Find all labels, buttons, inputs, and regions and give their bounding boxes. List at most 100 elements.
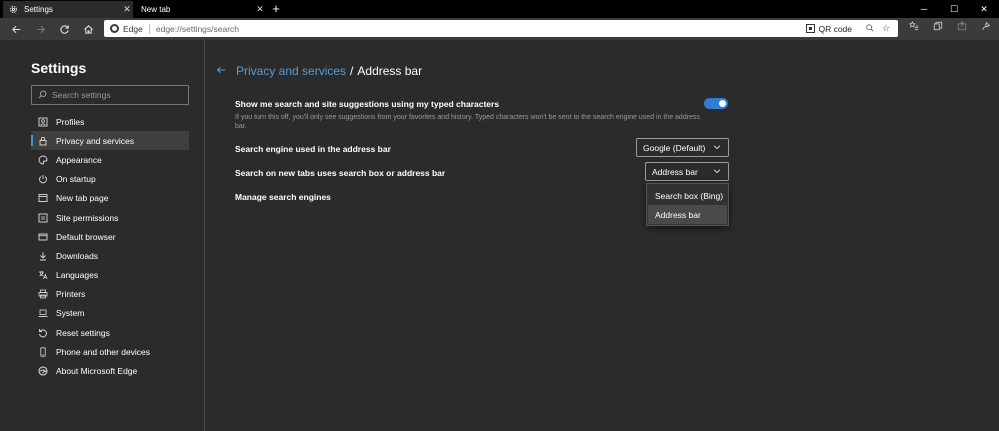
divider [148, 23, 150, 34]
suggestions-description: If you turn this off, you'll only see su… [235, 114, 700, 130]
tab-new-tab[interactable]: New tab ✕ [135, 1, 266, 18]
sidebar-item-label: Reset settings [56, 327, 110, 338]
qr-code-button[interactable]: QR code [806, 24, 852, 34]
qr-code-label: QR code [818, 23, 852, 34]
sidebar-item-profiles[interactable]: Profiles [31, 112, 189, 131]
gear-icon [9, 5, 18, 14]
close-window-icon[interactable]: ✕ [969, 0, 999, 18]
profile-icon [37, 116, 49, 128]
share-icon[interactable] [954, 21, 970, 37]
page-title: Address bar [357, 64, 423, 78]
suggestions-toggle[interactable] [704, 98, 728, 109]
site-label: Edge [123, 23, 143, 34]
sidebar-item-label: Languages [56, 270, 99, 281]
sidebar-item-label: Privacy and services [56, 135, 134, 146]
search-engine-select[interactable]: Google (Default) [636, 138, 729, 157]
sidebar-item-label: Appearance [56, 154, 102, 165]
settings-nav: Profiles Privacy and services Appearance… [31, 112, 189, 381]
url-text[interactable]: edge://settings/search [156, 24, 807, 34]
sidebar-item-new-tab-page[interactable]: New tab page [31, 189, 189, 208]
suggestions-title: Show me search and site suggestions usin… [235, 99, 500, 109]
tab-strip: Settings ✕ New tab ✕ + ─ ☐ ✕ [0, 0, 999, 18]
power-icon [37, 173, 49, 185]
permissions-icon [37, 212, 49, 224]
phone-icon [37, 346, 49, 358]
tab-title: New tab [141, 5, 171, 14]
close-tab-icon[interactable]: ✕ [254, 4, 266, 15]
breadcrumb-parent-link[interactable]: Privacy and services [236, 64, 346, 78]
sidebar-item-printers[interactable]: Printers [31, 285, 189, 304]
sidebar-item-label: Printers [56, 289, 86, 300]
tab-title: Settings [24, 5, 53, 14]
address-bar[interactable]: Edge edge://settings/search QR code ☆ [104, 20, 898, 37]
settings-sidebar: Settings Search settings Profiles Privac… [0, 40, 205, 431]
dropdown-option-search-box[interactable]: Search box (Bing) [648, 186, 727, 205]
sidebar-item-label: New tab page [56, 193, 109, 204]
back-button[interactable] [8, 21, 24, 37]
sidebar-item-languages[interactable]: Languages [31, 266, 189, 285]
sidebar-item-about-edge[interactable]: About Microsoft Edge [31, 361, 189, 380]
settings-content: Privacy and services / Address bar Show … [206, 40, 999, 431]
sidebar-item-label: Profiles [56, 116, 85, 127]
maximize-icon[interactable]: ☐ [939, 0, 969, 18]
sidebar-item-phone-devices[interactable]: Phone and other devices [31, 342, 189, 361]
tab-settings[interactable]: Settings ✕ [3, 1, 133, 18]
qr-code-icon [806, 24, 816, 33]
printer-icon [37, 288, 49, 300]
edge-logo-icon [37, 365, 49, 377]
sidebar-item-label: Downloads [56, 250, 99, 261]
search-placeholder: Search settings [52, 90, 111, 100]
favorites-icon[interactable] [906, 20, 922, 37]
breadcrumb-separator: / [350, 64, 354, 78]
sidebar-item-label: System [56, 308, 85, 319]
zoom-icon[interactable] [862, 23, 878, 34]
sidebar-item-downloads[interactable]: Downloads [31, 246, 189, 265]
new-tab-button[interactable]: + [268, 1, 284, 17]
back-arrow-icon[interactable] [216, 65, 226, 78]
close-tab-icon[interactable]: ✕ [121, 4, 133, 15]
chevron-down-icon [713, 145, 721, 150]
toggle-knob [719, 100, 726, 107]
newtab-icon [37, 192, 49, 204]
palette-icon [37, 154, 49, 166]
toolbar: Edge edge://settings/search QR code ☆ [0, 18, 999, 40]
laptop-icon [37, 307, 49, 319]
home-button[interactable] [80, 21, 96, 37]
sidebar-item-system[interactable]: System [31, 304, 189, 323]
edge-logo-icon [110, 24, 119, 33]
new-tab-search-label: Search on new tabs uses search box or ad… [235, 168, 446, 178]
new-tab-search-select[interactable]: Address bar [645, 162, 729, 181]
chevron-down-icon [713, 169, 721, 174]
sidebar-item-label: About Microsoft Edge [56, 366, 138, 377]
browser-icon [37, 231, 49, 243]
sidebar-item-default-browser[interactable]: Default browser [31, 227, 189, 246]
dropdown-option-address-bar[interactable]: Address bar [648, 205, 727, 224]
refresh-button[interactable] [56, 21, 72, 37]
sidebar-item-site-permissions[interactable]: Site permissions [31, 208, 189, 227]
search-icon [38, 90, 52, 101]
sidebar-item-appearance[interactable]: Appearance [31, 150, 189, 169]
search-engine-label: Search engine used in the address bar [235, 144, 391, 154]
sidebar-item-privacy[interactable]: Privacy and services [31, 131, 189, 151]
breadcrumb: Privacy and services / Address bar [216, 64, 422, 78]
download-icon [37, 250, 49, 262]
lock-icon [37, 135, 49, 147]
forward-button[interactable] [32, 21, 48, 37]
sidebar-item-label: On startup [56, 174, 96, 185]
new-tab-search-dropdown: Search box (Bing) Address bar [646, 183, 729, 226]
manage-search-engines-link[interactable]: Manage search engines [235, 192, 331, 202]
minimize-icon[interactable]: ─ [909, 0, 939, 18]
new-tab-search-value: Address bar [652, 166, 698, 177]
settings-title: Settings [31, 60, 87, 76]
collections-icon[interactable] [930, 21, 946, 37]
favorite-star-icon[interactable]: ☆ [878, 23, 894, 34]
sidebar-item-label: Default browser [56, 231, 116, 242]
sidebar-item-on-startup[interactable]: On startup [31, 170, 189, 189]
sidebar-item-label: Site permissions [56, 212, 119, 223]
language-icon [37, 269, 49, 281]
reset-icon [37, 327, 49, 339]
feedback-icon[interactable] [978, 21, 994, 37]
search-engine-value: Google (Default) [643, 142, 706, 153]
search-settings-input[interactable]: Search settings [31, 85, 189, 105]
sidebar-item-reset-settings[interactable]: Reset settings [31, 323, 189, 342]
